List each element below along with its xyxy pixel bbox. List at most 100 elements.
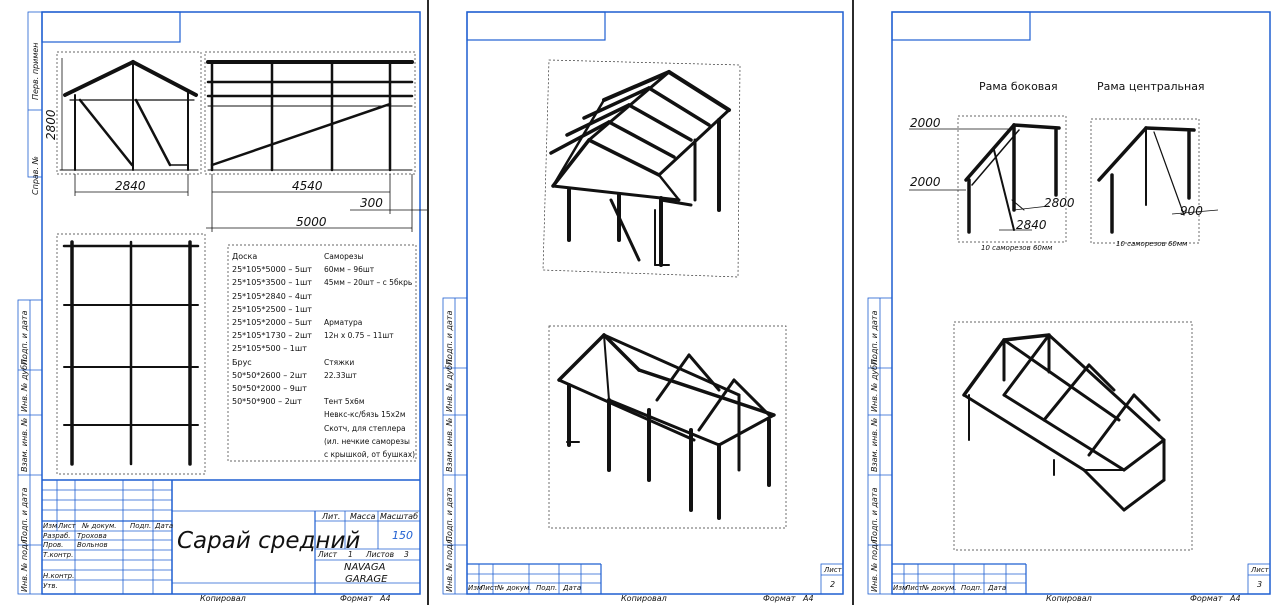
spec-list-right: Саморезы 60мм – 96шт 45мм – 20шт – с 5бк… xyxy=(324,250,415,461)
side-label: Инв. № дубл. xyxy=(445,357,454,412)
spec-line: (ил. нечкие саморезы xyxy=(324,436,410,446)
spec-line: 22.33шт xyxy=(324,370,357,380)
iso-frame-bottom xyxy=(557,333,776,520)
sheet-3: Подп. и дата Инв. № дубл. Взам. инв. № П… xyxy=(854,0,1280,605)
sheet-value: 1 xyxy=(348,550,353,559)
spec-line: 25*105*2000 – 5шт xyxy=(232,318,312,328)
spec-line: 25*105*2500 – 1шт xyxy=(232,304,312,314)
dim-4540: 4540 xyxy=(292,179,323,193)
role-tcontrol: Т.контр. xyxy=(43,551,74,559)
iso-frame-top xyxy=(549,70,731,267)
side-label: Справ. № xyxy=(31,156,40,195)
spec-line: 50*50*2600 – 2шт xyxy=(232,370,307,380)
footer-format: Формат xyxy=(340,594,373,603)
sheet-value: 3 xyxy=(1257,580,1263,589)
side-label: Перв. примен xyxy=(31,42,40,100)
side-view-frame xyxy=(59,60,199,171)
spec-list-left: Доска 25*105*5000 – 5шт 25*105*3500 – 1ш… xyxy=(232,250,312,408)
spec-line: Скотч, для степлера xyxy=(324,423,406,433)
spec-line xyxy=(324,303,415,316)
name-developer: Трохова xyxy=(77,532,107,540)
col-header-doc: № докум. xyxy=(82,522,117,530)
side-label: Инв. № подл. xyxy=(445,536,454,592)
lit-label: Лит. xyxy=(322,512,341,521)
mass-label: Масса xyxy=(350,512,376,521)
side-label: Инв. № дубл. xyxy=(20,357,29,412)
sheet-3-drawing xyxy=(867,11,1271,595)
side-label: Инв. № дубл. xyxy=(870,357,879,412)
spec-line: 25*105*500 – 1шт xyxy=(232,344,307,354)
sheet-2-drawing xyxy=(442,11,844,595)
footer-format-value: А4 xyxy=(803,594,814,603)
footer-copied: Копировал xyxy=(621,594,667,603)
spec-line: Невкс-кс/бязь 15х2м xyxy=(324,410,406,420)
dim-2800: 2800 xyxy=(1044,196,1075,210)
footer-format: Формат xyxy=(1190,594,1223,603)
spec-line: Доска xyxy=(232,252,258,261)
dim-2000-top: 2000 xyxy=(910,116,941,130)
role-ncontrol: Н.контр. xyxy=(43,572,75,580)
dim-2840: 2840 xyxy=(1016,218,1047,232)
sheet-label: Лист xyxy=(824,566,842,574)
spec-line: 50*50*2000 – 9шт xyxy=(232,384,307,394)
side-frame xyxy=(964,123,1061,234)
footer-copied: Копировал xyxy=(200,594,246,603)
footer-copied: Копировал xyxy=(1046,594,1092,603)
scale-value: 150 xyxy=(392,529,413,542)
dim-2000-mid: 2000 xyxy=(910,175,941,189)
side-label: Взам. инв. № xyxy=(20,417,29,472)
org-line-1: NAVAGA xyxy=(344,562,386,573)
side-label: Взам. инв. № xyxy=(870,417,879,472)
role-developer: Разраб. xyxy=(43,532,71,540)
col-header-sign: Подп. xyxy=(536,584,558,592)
iso-frame-plan xyxy=(962,333,1166,512)
col-header-list: Лист xyxy=(480,584,498,592)
spec-line: 25*105*5000 – 5шт xyxy=(232,265,312,275)
sheet-label: Лист xyxy=(1251,566,1269,574)
sheet-value: 2 xyxy=(830,580,836,589)
dim-2840: 2840 xyxy=(115,179,146,193)
role-checker: Пров. xyxy=(43,541,64,549)
org-line-2: GARAGE xyxy=(345,574,388,585)
spec-line: Саморезы xyxy=(324,252,364,261)
dim-900: 900 xyxy=(1180,204,1203,218)
dim-5000: 5000 xyxy=(296,215,327,229)
side-label: Подп. и дата xyxy=(20,487,29,543)
spec-line: Брус xyxy=(232,357,252,367)
caption-central-frame: Рама центральная xyxy=(1097,80,1205,93)
col-header-date: Дата xyxy=(563,584,582,592)
spec-line: Арматура xyxy=(324,318,363,328)
footer-format-value: А4 xyxy=(1230,594,1241,603)
role-approved: Утв. xyxy=(43,582,58,590)
side-label: Инв. № подл. xyxy=(870,536,879,592)
plan-view-frame xyxy=(62,240,200,466)
col-header-list: Лист xyxy=(905,584,923,592)
sheet-label: Лист xyxy=(318,550,338,559)
col-header-list: Лист xyxy=(58,522,76,530)
spec-line: 25*105*1730 – 2шт xyxy=(232,331,312,341)
spec-line: 45мм – 20шт – с 5бкрь xyxy=(324,278,413,288)
sheets-value: 3 xyxy=(404,550,409,559)
col-header-date: Дата xyxy=(988,584,1007,592)
side-label: Инв. № подл. xyxy=(20,536,29,592)
spec-line: 60мм – 96шт xyxy=(324,265,375,275)
spec-line xyxy=(324,382,415,395)
col-header-sign: Подп. xyxy=(130,522,152,530)
sheet-1: Перв. примен Справ. № Подп. и дата Инв. … xyxy=(0,0,428,605)
spec-line: Тент 5х6м xyxy=(324,397,365,407)
spec-line: 25*105*2840 – 4шт xyxy=(232,291,312,301)
col-header-date: Дата xyxy=(155,522,174,530)
side-label: Подп. и дата xyxy=(445,487,454,543)
caption-side-frame: Рама боковая xyxy=(979,80,1058,93)
dim-300: 300 xyxy=(360,196,383,210)
sheets-label: Листов xyxy=(366,550,395,559)
scale-label: Масштаб xyxy=(380,512,419,521)
spec-line: Стяжки xyxy=(324,357,355,367)
sheet-2: Подп. и дата Инв. № дубл. Взам. инв. № П… xyxy=(429,0,852,605)
col-header-sign: Подп. xyxy=(961,584,983,592)
spec-line xyxy=(324,342,415,355)
spec-line: 50*50*900 – 2шт xyxy=(232,397,302,407)
spec-line: 25*105*3500 – 1шт xyxy=(232,278,312,288)
side-label: Подп. и дата xyxy=(870,487,879,543)
note-side-frame: 10 саморезов 60мм xyxy=(981,244,1053,252)
